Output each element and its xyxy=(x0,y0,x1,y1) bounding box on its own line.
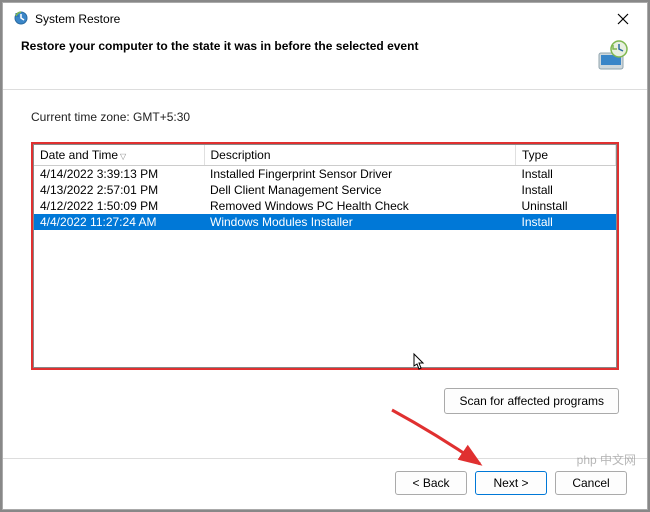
close-icon xyxy=(617,13,629,25)
cell-description: Installed Fingerprint Sensor Driver xyxy=(204,166,516,183)
cell-datetime: 4/13/2022 2:57:01 PM xyxy=(34,182,204,198)
table-row-empty xyxy=(34,326,616,342)
table-row[interactable]: 4/4/2022 11:27:24 AM Windows Modules Ins… xyxy=(34,214,616,230)
scan-button-row: Scan for affected programs xyxy=(31,388,619,414)
cancel-button[interactable]: Cancel xyxy=(555,471,627,495)
table-row-empty xyxy=(34,246,616,262)
table-row-empty xyxy=(34,230,616,246)
system-restore-window: System Restore Restore your computer to … xyxy=(2,2,648,510)
cell-description: Removed Windows PC Health Check xyxy=(204,198,516,214)
header-text: Restore your computer to the state it wa… xyxy=(21,39,418,53)
restore-small-icon xyxy=(13,10,29,29)
cell-type: Uninstall xyxy=(516,198,616,214)
restore-points-table[interactable]: Date and Time▽ Description Type 4/14/202… xyxy=(34,145,616,368)
table-row-empty xyxy=(34,294,616,310)
back-button[interactable]: < Back xyxy=(395,471,467,495)
window-title: System Restore xyxy=(35,12,120,26)
restore-points-table-wrap: Date and Time▽ Description Type 4/14/202… xyxy=(33,144,617,368)
cell-type: Install xyxy=(516,214,616,230)
table-row[interactable]: 4/12/2022 1:50:09 PM Removed Windows PC … xyxy=(34,198,616,214)
table-row[interactable]: 4/13/2022 2:57:01 PM Dell Client Managem… xyxy=(34,182,616,198)
cell-description: Dell Client Management Service xyxy=(204,182,516,198)
next-button[interactable]: Next > xyxy=(475,471,547,495)
table-row-empty xyxy=(34,278,616,294)
cell-datetime: 4/14/2022 3:39:13 PM xyxy=(34,166,204,183)
column-datetime[interactable]: Date and Time▽ xyxy=(34,145,204,166)
table-row[interactable]: 4/14/2022 3:39:13 PM Installed Fingerpri… xyxy=(34,166,616,183)
titlebar-left: System Restore xyxy=(13,10,120,29)
restore-large-icon xyxy=(593,39,629,75)
table-header-row: Date and Time▽ Description Type xyxy=(34,145,616,166)
titlebar: System Restore xyxy=(3,3,647,33)
column-description[interactable]: Description xyxy=(204,145,516,166)
column-type[interactable]: Type xyxy=(516,145,616,166)
restore-points-highlight: Date and Time▽ Description Type 4/14/202… xyxy=(31,142,619,370)
header-section: Restore your computer to the state it wa… xyxy=(3,33,647,90)
scan-affected-button[interactable]: Scan for affected programs xyxy=(444,388,619,414)
table-row-empty xyxy=(34,342,616,358)
cell-datetime: 4/4/2022 11:27:24 AM xyxy=(34,214,204,230)
table-row-empty xyxy=(34,310,616,326)
table-row-empty xyxy=(34,358,616,368)
sort-indicator-icon: ▽ xyxy=(120,152,126,161)
cell-type: Install xyxy=(516,182,616,198)
wizard-footer: < Back Next > Cancel xyxy=(3,458,647,509)
cell-description: Windows Modules Installer xyxy=(204,214,516,230)
cell-type: Install xyxy=(516,166,616,183)
timezone-label: Current time zone: GMT+5:30 xyxy=(31,110,619,124)
cell-datetime: 4/12/2022 1:50:09 PM xyxy=(34,198,204,214)
close-button[interactable] xyxy=(609,9,637,29)
table-body: 4/14/2022 3:39:13 PM Installed Fingerpri… xyxy=(34,166,616,369)
watermark-text: php 中文网 xyxy=(577,451,636,468)
table-row-empty xyxy=(34,262,616,278)
content-area: Current time zone: GMT+5:30 Date and Tim… xyxy=(3,90,647,458)
